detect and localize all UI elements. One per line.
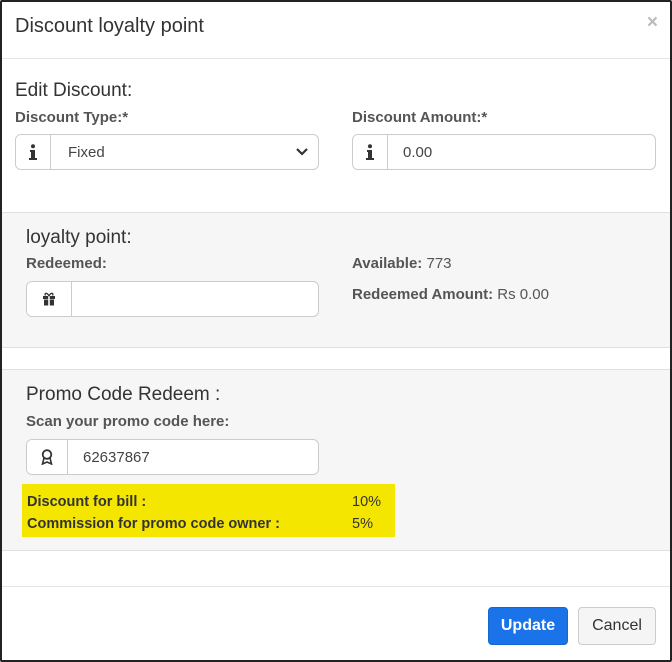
- commission-value: 5%: [352, 516, 373, 532]
- loyalty-heading: loyalty point:: [26, 227, 132, 248]
- redeemed-amount-value: Rs 0.00: [497, 286, 549, 303]
- discount-amount-group: [352, 134, 656, 170]
- loyalty-section: loyalty point: Redeemed: Available: 773 …: [2, 212, 670, 348]
- redeemed-amount-label: Redeemed Amount:: [352, 286, 494, 303]
- discount-modal: Discount loyalty point × Edit Discount: …: [0, 0, 672, 662]
- cancel-button[interactable]: Cancel: [578, 607, 656, 645]
- chevron-down-icon: [286, 135, 318, 169]
- promo-code-group: [26, 439, 319, 475]
- available-label: Available:: [352, 255, 423, 272]
- gift-icon: [27, 282, 72, 316]
- promo-heading: Promo Code Redeem :: [26, 384, 221, 405]
- modal-header: Discount loyalty point ×: [2, 2, 670, 59]
- discount-amount-label: Discount Amount:*: [352, 109, 488, 126]
- award-icon: [27, 440, 68, 474]
- update-button[interactable]: Update: [488, 607, 568, 645]
- redeemed-input[interactable]: [72, 282, 318, 316]
- modal-footer: Update Cancel: [2, 586, 670, 660]
- available-value: 773: [426, 255, 452, 272]
- discount-amount-input[interactable]: [388, 135, 655, 169]
- close-icon[interactable]: ×: [647, 12, 658, 34]
- redeemed-amount-info: Redeemed Amount: Rs 0.00: [352, 286, 549, 303]
- promo-summary-highlight: Discount for bill : 10% Commission for p…: [22, 484, 395, 537]
- discount-for-bill-label: Discount for bill :: [27, 494, 147, 510]
- discount-for-bill-value: 10%: [352, 494, 382, 510]
- edit-discount-heading: Edit Discount:: [15, 80, 133, 101]
- info-icon: [16, 135, 51, 169]
- info-icon: [353, 135, 388, 169]
- promo-code-input[interactable]: [68, 440, 318, 474]
- modal-title: Discount loyalty point: [15, 15, 204, 37]
- available-info: Available: 773: [352, 255, 452, 272]
- commission-label: Commission for promo code owner :: [27, 516, 280, 532]
- discount-type-label: Discount Type:*: [15, 109, 129, 126]
- redeemed-label: Redeemed:: [26, 255, 107, 272]
- discount-type-select[interactable]: Fixed: [15, 134, 319, 170]
- redeemed-group: [26, 281, 319, 317]
- discount-type-value: Fixed: [68, 143, 105, 161]
- scan-label: Scan your promo code here:: [26, 413, 230, 430]
